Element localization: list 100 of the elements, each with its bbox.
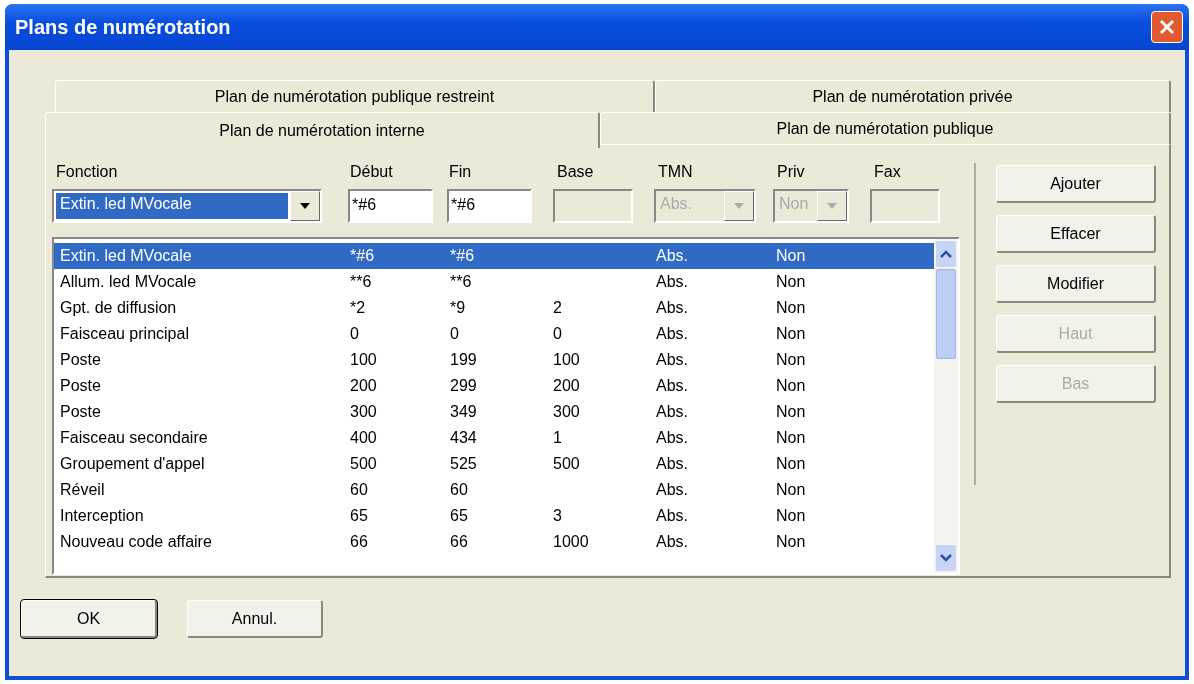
list-row[interactable]: Gpt. de diffusion *2 *9 2 Abs. Non xyxy=(54,295,934,321)
tab[interactable]: Plan de numérotation interne xyxy=(45,112,600,148)
scroll-thumb[interactable] xyxy=(936,269,956,359)
list-cell: 60 xyxy=(350,481,368,498)
dialog-button[interactable]: Annul. xyxy=(187,600,323,638)
list-cell: Nouveau code affaire xyxy=(60,533,212,550)
list-cell: Non xyxy=(776,507,806,524)
list-cell: 100 xyxy=(350,351,377,368)
list-cell: Non xyxy=(776,403,806,420)
list-cell: 500 xyxy=(553,455,580,472)
field-label: Fin xyxy=(448,163,473,182)
list-cell: 525 xyxy=(450,455,477,472)
list-cell: Faisceau principal xyxy=(60,325,189,342)
window-title: Plans de numérotation xyxy=(15,15,231,39)
list-cell: 349 xyxy=(450,403,477,420)
list-cell: Non xyxy=(776,429,806,446)
list-cell: 300 xyxy=(553,403,580,420)
tab[interactable]: Plan de numérotation privée xyxy=(655,80,1171,112)
field-label: Priv xyxy=(776,163,806,182)
list-row[interactable]: Allum. led MVocale **6 **6 Abs. Non xyxy=(54,269,934,295)
list-cell: 200 xyxy=(553,377,580,394)
list-cell: Abs. xyxy=(656,351,688,368)
list-cell: *#6 xyxy=(350,247,375,264)
list-cell: 2 xyxy=(553,299,562,316)
list-row[interactable]: Poste 200 299 200 Abs. Non xyxy=(54,373,934,399)
list-cell: 65 xyxy=(450,507,468,524)
list-row[interactable]: Réveil 60 60 Abs. Non xyxy=(54,477,934,503)
list-cell: Non xyxy=(776,299,806,316)
list-cell: Abs. xyxy=(656,273,688,290)
list-row[interactable]: Nouveau code affaire 66 66 1000 Abs. Non xyxy=(54,529,934,555)
list-cell: Non xyxy=(776,247,806,264)
list-cell: Non xyxy=(776,455,806,472)
action-button[interactable]: Ajouter xyxy=(996,165,1156,203)
caret-icon xyxy=(734,203,744,209)
list-cell: Non xyxy=(776,377,806,394)
list-cell: 0 xyxy=(450,325,459,342)
scrollbar[interactable] xyxy=(934,239,958,573)
list-cell: **6 xyxy=(450,273,472,290)
list-cell: 3 xyxy=(553,507,562,524)
list-cell: Non xyxy=(776,273,806,290)
list-cell: Abs. xyxy=(656,403,688,420)
list-cell: 200 xyxy=(350,377,377,394)
field-label: TMN xyxy=(657,163,694,182)
list-cell: 299 xyxy=(450,377,477,394)
list-cell: Abs. xyxy=(656,377,688,394)
tab[interactable]: Plan de numérotation publique xyxy=(600,112,1171,144)
list-cell: Extin. led MVocale xyxy=(60,247,192,264)
list-row[interactable]: Groupement d'appel 500 525 500 Abs. Non xyxy=(54,451,934,477)
list-cell: 0 xyxy=(553,325,562,342)
list-row[interactable]: Faisceau secondaire 400 434 1 Abs. Non xyxy=(54,425,934,451)
list-cell: Poste xyxy=(60,377,101,394)
list-cell: Abs. xyxy=(656,247,688,264)
list-cell: Non xyxy=(776,351,806,368)
list-cell: 300 xyxy=(350,403,377,420)
scroll-up-icon[interactable] xyxy=(940,250,952,258)
list-cell: Abs. xyxy=(656,325,688,342)
list-cell: 65 xyxy=(350,507,368,524)
list-cell: Faisceau secondaire xyxy=(60,429,208,446)
list-cell: Gpt. de diffusion xyxy=(60,299,177,316)
list-cell: 500 xyxy=(350,455,377,472)
list-cell: Poste xyxy=(60,351,101,368)
list-cell: Abs. xyxy=(656,533,688,550)
dropdown-field[interactable]: Extin. led MVocale xyxy=(52,189,322,223)
list-cell: 199 xyxy=(450,351,477,368)
list-row[interactable]: Interception 65 65 3 Abs. Non xyxy=(54,503,934,529)
scroll-down-icon[interactable] xyxy=(940,554,952,562)
input-field[interactable]: *#6 xyxy=(348,189,433,223)
list-row[interactable]: Poste 300 349 300 Abs. Non xyxy=(54,399,934,425)
list-cell: Allum. led MVocale xyxy=(60,273,197,290)
caret-icon xyxy=(827,203,837,209)
action-button[interactable]: Modifier xyxy=(996,265,1156,303)
list-cell: Non xyxy=(776,481,806,498)
list-cell: *2 xyxy=(350,299,366,316)
field-label: Fonction xyxy=(55,163,119,182)
list-cell: 1000 xyxy=(553,533,589,550)
list-cell: Poste xyxy=(60,403,101,420)
list-cell: 434 xyxy=(450,429,477,446)
close-icon xyxy=(1158,18,1176,36)
list-cell: Groupement d'appel xyxy=(60,455,205,472)
list-cell: Interception xyxy=(60,507,144,524)
list-row[interactable]: Faisceau principal 0 0 0 Abs. Non xyxy=(54,321,934,347)
field-label: Fax xyxy=(873,163,902,182)
list-cell: 1 xyxy=(553,429,562,446)
close-button[interactable] xyxy=(1151,11,1183,43)
list-cell: 60 xyxy=(450,481,468,498)
tab[interactable]: Plan de numérotation publique restreint xyxy=(55,80,655,112)
list-row[interactable]: Poste 100 199 100 Abs. Non xyxy=(54,347,934,373)
list-cell: Abs. xyxy=(656,455,688,472)
list-cell: Abs. xyxy=(656,507,688,524)
list-cell: Non xyxy=(776,533,806,550)
action-button[interactable]: Effacer xyxy=(996,215,1156,253)
dialog-button[interactable]: OK xyxy=(21,600,157,638)
list-cell: **6 xyxy=(350,273,372,290)
list-cell: Abs. xyxy=(656,481,688,498)
list-row[interactable]: Extin. led MVocale *#6 *#6 Abs. Non xyxy=(54,243,934,269)
list-cell: 66 xyxy=(350,533,368,550)
field-label: Base xyxy=(556,163,595,182)
input-field[interactable]: *#6 xyxy=(447,189,532,223)
list-cell: 400 xyxy=(350,429,377,446)
list-cell: 0 xyxy=(350,325,359,342)
